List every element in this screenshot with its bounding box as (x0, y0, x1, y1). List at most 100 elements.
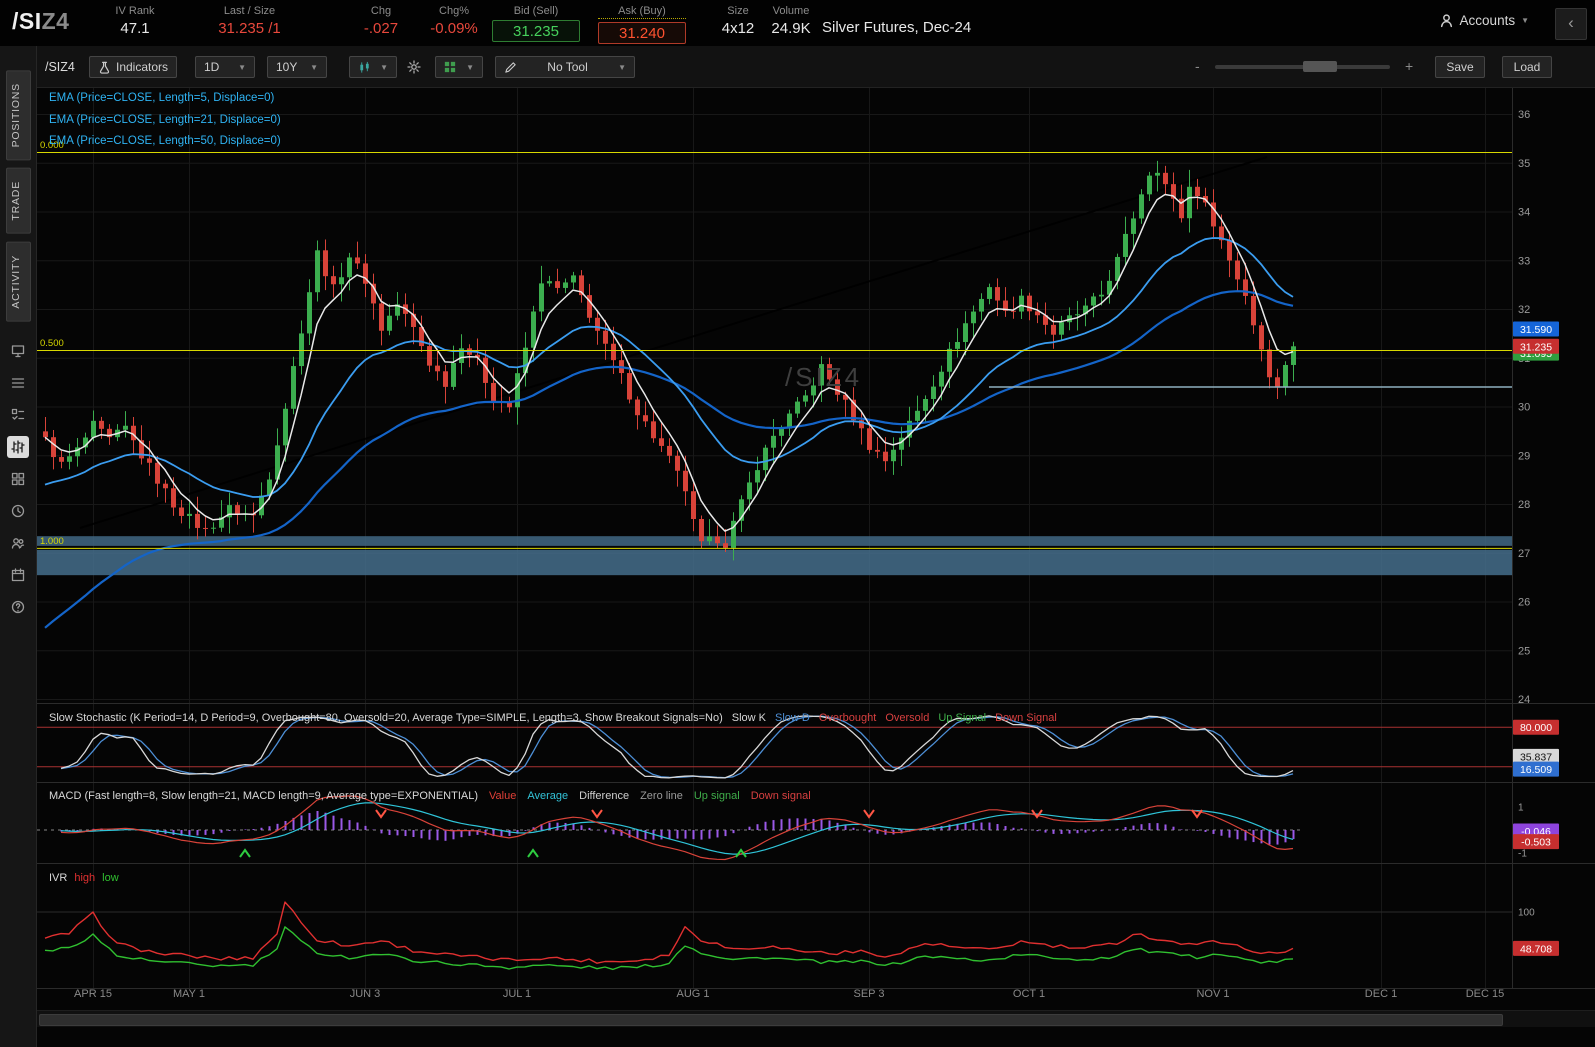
load-label: Load (1514, 60, 1541, 74)
stat-chg-pct: Chg% -0.09% (418, 5, 490, 38)
sidebar-tabs: POSITIONS TRADE ACTIVITY (0, 70, 36, 322)
macd-legend[interactable]: MACD (Fast length=8, Slow length=21, MAC… (49, 790, 811, 802)
zoom-out-button[interactable]: - (1195, 58, 1200, 74)
collapse-right-rail-button[interactable]: ‹ (1555, 8, 1587, 40)
bid-label: Bid (Sell) (492, 5, 580, 17)
legend-item: Slow D (775, 712, 810, 724)
scrollbar-thumb[interactable] (39, 1014, 1503, 1026)
axis-value-box: 31.235 (1513, 339, 1559, 354)
chart-canvas[interactable]: 0.0000.5001.000/SIZ436353433323130292827… (37, 88, 1595, 1047)
price-tick-label: 27 (1518, 548, 1530, 560)
x-axis-label: MAY 1 (173, 988, 205, 1000)
price-tick-label: 35 (1518, 158, 1530, 170)
chart-svg: 0.0000.5001.000/SIZ436353433323130292827… (37, 88, 1595, 1006)
zoom-in-button[interactable]: + (1405, 58, 1413, 74)
grid-icon (444, 61, 456, 73)
price-tick-label: 24 (1518, 694, 1530, 706)
svg-text:80.000: 80.000 (1520, 722, 1552, 734)
apps-icon[interactable] (7, 468, 29, 490)
flask-icon (98, 61, 111, 74)
legend-item: low (102, 872, 119, 884)
accounts-menu[interactable]: Accounts ▼ (1439, 13, 1529, 28)
save-button[interactable]: Save (1435, 56, 1485, 78)
pencil-icon (504, 61, 517, 74)
macd-average-line (61, 803, 1293, 854)
legend-item: Oversold (885, 712, 929, 724)
sidebar-tab-activity[interactable]: ACTIVITY (6, 242, 31, 322)
chg-label: Chg (350, 5, 412, 17)
drawing-tool-value: No Tool (547, 60, 587, 74)
trendline[interactable] (80, 157, 1267, 528)
chart-icon[interactable] (7, 436, 29, 458)
timeframe-dropdown[interactable]: 1D ▼ (195, 56, 255, 78)
ask-button[interactable]: 31.240 (598, 22, 686, 44)
time-axis[interactable]: APR 15MAY 1JUN 3JUL 1AUG 1SEP 3OCT 1NOV … (74, 988, 1504, 1000)
sidebar-tab-trade[interactable]: TRADE (6, 168, 31, 234)
sidebar-icons (0, 340, 36, 618)
chg-value: -.027 (364, 20, 398, 37)
svg-text:-0.503: -0.503 (1521, 837, 1551, 849)
macd-axis-bottom: -1 (1518, 849, 1527, 860)
load-button[interactable]: Load (1502, 56, 1552, 78)
instrument-name: Silver Futures, Dec-24 (822, 19, 971, 36)
symbol-main: /SI (12, 8, 42, 34)
calendar-icon[interactable] (7, 564, 29, 586)
ivr-legend[interactable]: IVR highlow (49, 872, 119, 884)
macd-panel (37, 796, 1301, 860)
legend-item: Up signal (694, 790, 740, 802)
slow-k-line (61, 716, 1293, 778)
stat-last-size: Last / Size 31.235 /1 (192, 5, 307, 38)
stochastic-legend[interactable]: Slow Stochastic (K Period=14, D Period=9… (49, 712, 1057, 724)
ema50-legend[interactable]: EMA (Price=CLOSE, Length=50, Displace=0) (49, 135, 281, 147)
axis-value-box: 80.000 (1513, 720, 1559, 735)
clock-icon[interactable] (7, 500, 29, 522)
chart-style-dropdown[interactable]: ▼ (349, 56, 397, 78)
price-axis[interactable]: 36353433323130292827262524 (1518, 109, 1530, 706)
zoom-slider-thumb[interactable] (1303, 61, 1337, 72)
last-size-value: 31.235 /1 (218, 20, 281, 37)
horizontal-scrollbar[interactable] (37, 1010, 1595, 1027)
ema5-legend[interactable]: EMA (Price=CLOSE, Length=5, Displace=0) (49, 92, 274, 104)
range-dropdown[interactable]: 10Y ▼ (267, 56, 327, 78)
x-axis-label: JUL 1 (503, 988, 531, 1000)
indicators-button[interactable]: Indicators (89, 56, 177, 78)
help-icon[interactable] (7, 596, 29, 618)
ask-block: Ask (Buy) 31.240 (598, 5, 686, 44)
legend-item: Slow K (732, 712, 766, 724)
chevron-down-icon: ▼ (310, 63, 318, 72)
people-icon[interactable] (7, 532, 29, 554)
grid-layout-dropdown[interactable]: ▼ (435, 56, 483, 78)
fib-label: 0.500 (40, 338, 64, 349)
axis-value-box: 31.590 (1513, 321, 1559, 336)
price-tick-label: 34 (1518, 207, 1530, 219)
svg-text:35.837: 35.837 (1520, 751, 1552, 763)
zoom-slider[interactable] (1215, 65, 1390, 69)
x-axis-label: APR 15 (74, 988, 112, 1000)
drawing-tool-dropdown[interactable]: No Tool ▼ (495, 56, 635, 78)
price-tick-label: 32 (1518, 304, 1530, 316)
symbol-logo: /SIZ4 (12, 8, 69, 35)
list-icon[interactable] (7, 372, 29, 394)
monitor-icon[interactable] (7, 340, 29, 362)
x-axis-label: DEC 15 (1466, 988, 1505, 1000)
price-panel: 0.0000.5001.000/SIZ4 (37, 140, 1512, 628)
range-value: 10Y (276, 60, 297, 74)
bid-button[interactable]: 31.235 (492, 20, 580, 42)
legend-item: Zero line (640, 790, 683, 802)
x-axis-label: NOV 1 (1196, 988, 1229, 1000)
iv-rank-value: 47.1 (120, 20, 149, 37)
svg-text:16.509: 16.509 (1520, 764, 1552, 776)
stochastic-title: Slow Stochastic (K Period=14, D Period=9… (49, 712, 723, 724)
gear-icon (407, 60, 421, 74)
stat-chg: Chg -.027 (350, 5, 412, 38)
volume-value: 24.9K (771, 20, 810, 37)
sidebar-tab-positions[interactable]: POSITIONS (6, 70, 31, 160)
legend-item: Down signal (751, 790, 811, 802)
ivr-high-line (45, 902, 1293, 963)
ema21-legend[interactable]: EMA (Price=CLOSE, Length=21, Displace=0) (49, 114, 281, 126)
chart-svg-host: 0.0000.5001.000/SIZ436353433323130292827… (37, 88, 1595, 1006)
chart-settings-button[interactable] (403, 56, 425, 78)
x-axis-label: SEP 3 (854, 988, 885, 1000)
x-axis-label: OCT 1 (1013, 988, 1045, 1000)
checklist-icon[interactable] (7, 404, 29, 426)
